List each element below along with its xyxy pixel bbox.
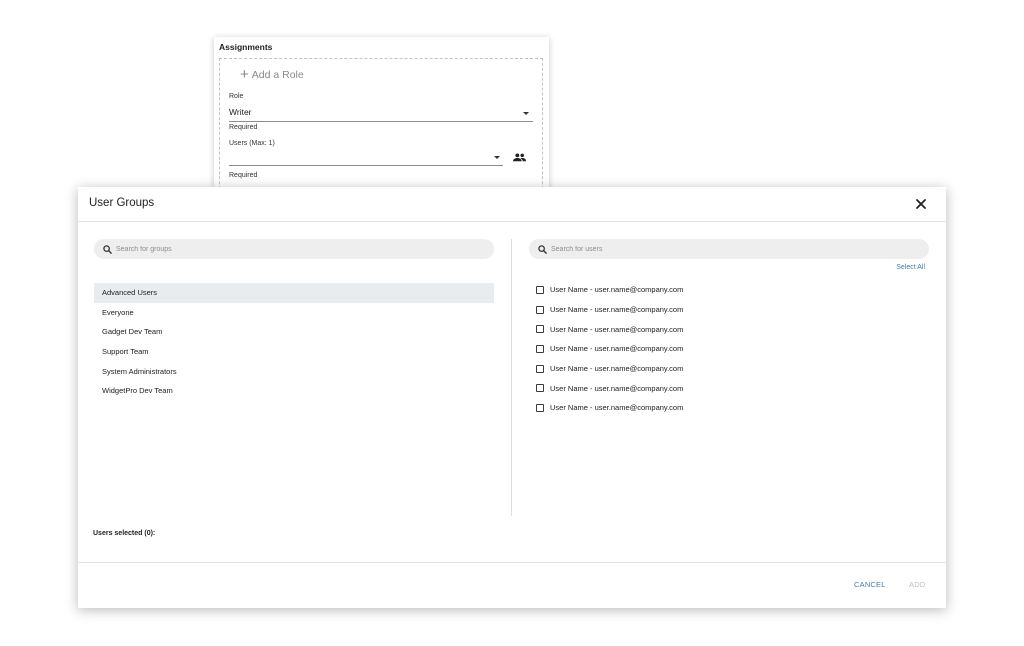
header-divider — [78, 221, 946, 222]
search-icon — [103, 244, 112, 254]
role-helper-text: Required — [229, 124, 258, 131]
user-row[interactable]: User Name - user.name@company.com — [536, 378, 683, 398]
user-row[interactable]: User Name - user.name@company.com — [536, 359, 683, 379]
user-label: User Name - user.name@company.com — [550, 285, 684, 295]
user-label: User Name - user.name@company.com — [550, 305, 684, 315]
search-icon — [538, 244, 547, 254]
user-row[interactable]: User Name - user.name@company.com — [536, 398, 683, 418]
role-select[interactable]: Writer — [229, 107, 252, 117]
checkbox-icon[interactable] — [536, 344, 544, 353]
group-item-advanced-users[interactable]: Advanced Users — [94, 283, 494, 303]
role-label: Role — [229, 93, 244, 100]
groups-list: Advanced Users Everyone Gadget Dev Team … — [94, 283, 494, 401]
role-assignment-box: + Add a Role Role Writer Required Users … — [219, 58, 543, 199]
checkbox-icon[interactable] — [536, 384, 544, 393]
users-dropdown-caret-icon[interactable] — [494, 156, 500, 159]
checkbox-icon[interactable] — [536, 364, 544, 373]
users-list: User Name - user.name@company.com User N… — [536, 280, 683, 418]
user-row[interactable]: User Name - user.name@company.com — [536, 280, 683, 300]
users-label: Users (Max: 1) — [229, 140, 275, 147]
users-search-input[interactable] — [547, 245, 929, 253]
close-icon[interactable] — [914, 197, 928, 211]
checkbox-icon[interactable] — [536, 325, 544, 334]
plus-icon: + — [240, 66, 249, 83]
groups-search-input[interactable] — [112, 245, 494, 253]
user-groups-dialog: User Groups Advanced Users Everyone Gadg… — [78, 187, 946, 608]
groups-search[interactable] — [94, 239, 494, 259]
user-label: User Name - user.name@company.com — [550, 403, 684, 413]
panel-divider — [511, 239, 512, 516]
people-icon[interactable] — [513, 153, 526, 162]
footer-divider — [78, 562, 946, 563]
role-underline — [229, 121, 533, 122]
select-all-link[interactable]: Select All — [896, 264, 925, 271]
user-row[interactable]: User Name - user.name@company.com — [536, 319, 683, 339]
checkbox-icon[interactable] — [536, 305, 544, 314]
user-label: User Name - user.name@company.com — [550, 344, 684, 354]
users-selected-count: Users selected (0): — [93, 530, 156, 537]
assignments-title: Assignments — [219, 42, 273, 52]
users-search[interactable] — [529, 239, 929, 259]
user-row[interactable]: User Name - user.name@company.com — [536, 300, 683, 320]
user-row[interactable]: User Name - user.name@company.com — [536, 339, 683, 359]
checkbox-icon[interactable] — [536, 403, 544, 412]
add-role-button[interactable]: + Add a Role — [240, 66, 304, 83]
add-button[interactable]: ADD — [909, 580, 925, 589]
add-role-label: Add a Role — [251, 69, 304, 81]
group-item-support-team[interactable]: Support Team — [94, 342, 494, 362]
group-item-widgetpro-dev-team[interactable]: WidgetPro Dev Team — [94, 381, 494, 401]
cancel-button[interactable]: CANCEL — [854, 580, 886, 589]
group-item-system-administrators[interactable]: System Administrators — [94, 362, 494, 382]
group-item-gadget-dev-team[interactable]: Gadget Dev Team — [94, 322, 494, 342]
checkbox-icon[interactable] — [536, 285, 544, 294]
user-label: User Name - user.name@company.com — [550, 324, 684, 334]
user-label: User Name - user.name@company.com — [550, 383, 684, 393]
role-dropdown-caret-icon[interactable] — [523, 112, 529, 115]
user-label: User Name - user.name@company.com — [550, 364, 684, 374]
dialog-title: User Groups — [89, 197, 155, 209]
group-item-everyone[interactable]: Everyone — [94, 303, 494, 323]
users-helper-text: Required — [229, 172, 258, 179]
users-underline — [229, 165, 503, 166]
assignments-card: Assignments + Add a Role Role Writer Req… — [214, 37, 549, 199]
